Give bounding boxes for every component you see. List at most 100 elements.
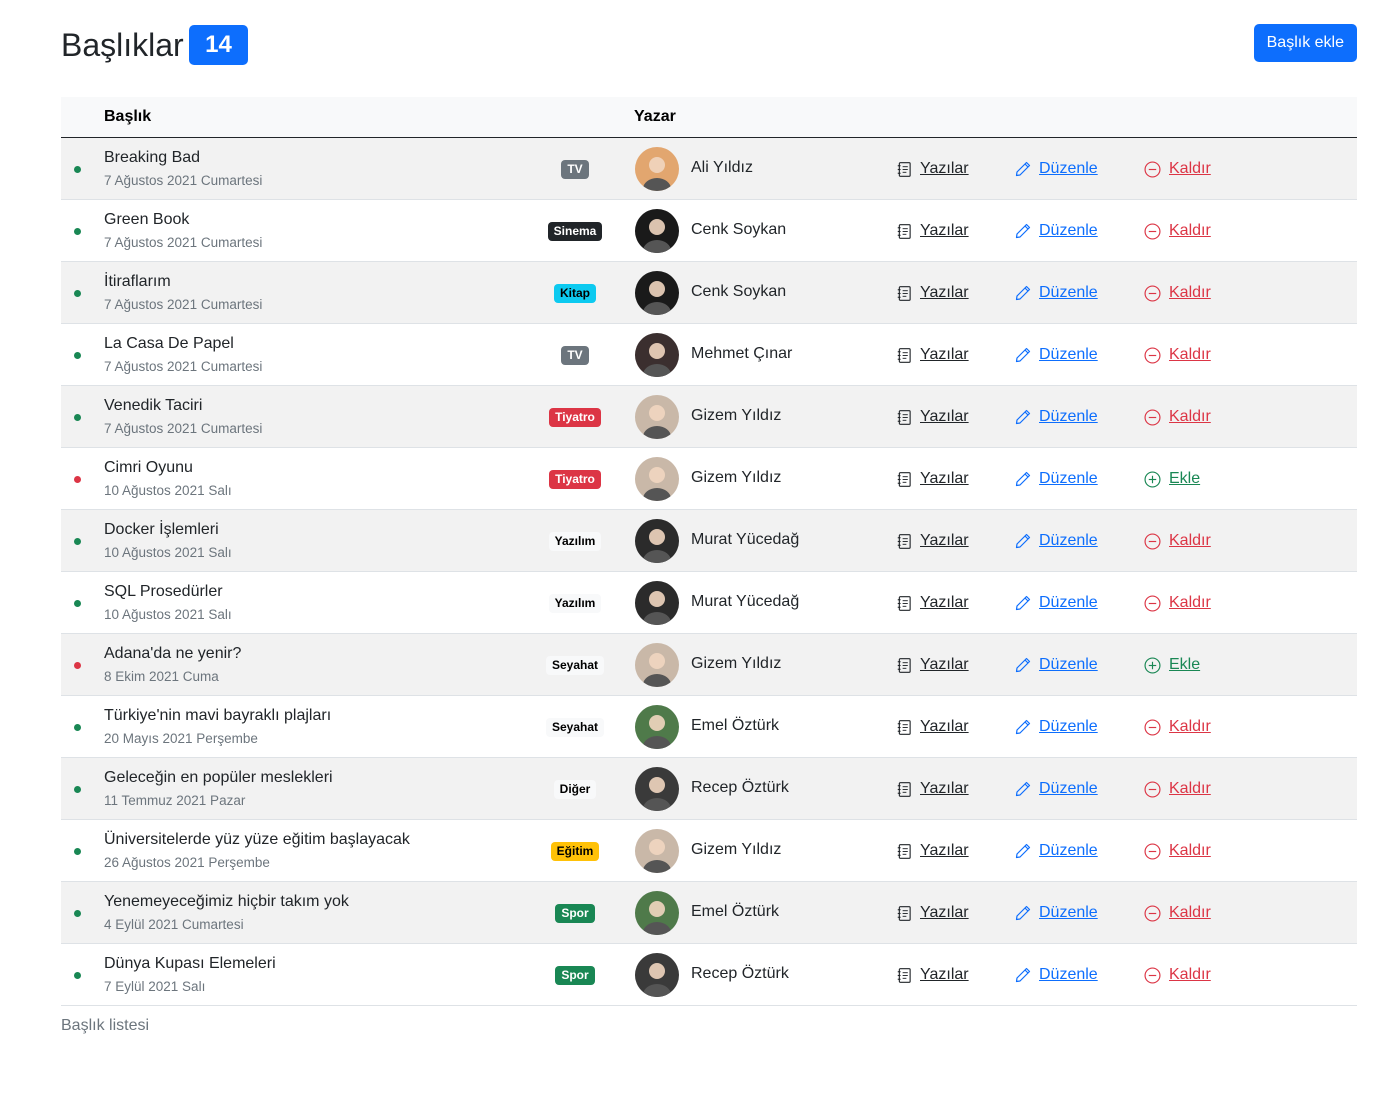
add-title-button[interactable]: Başlık ekle — [1253, 24, 1357, 62]
add-link[interactable]: Ekle — [1144, 470, 1200, 488]
posts-link[interactable]: Yazılar — [897, 780, 969, 798]
page-header: Başlıklar 14 Başlık ekle — [61, 24, 1357, 68]
edit-link-label: Düzenle — [1039, 842, 1098, 859]
edit-link[interactable]: Düzenle — [1015, 780, 1098, 798]
remove-link-label: Kaldır — [1169, 842, 1211, 859]
posts-link[interactable]: Yazılar — [897, 284, 969, 302]
remove-link-label: Kaldır — [1169, 532, 1211, 549]
journal-text-icon — [897, 595, 911, 611]
title-name[interactable]: Türkiye'nin mavi bayraklı plajları — [104, 707, 331, 725]
avatar-portrait-icon — [635, 829, 679, 873]
posts-link[interactable]: Yazılar — [897, 966, 969, 984]
status-dot — [74, 724, 81, 731]
remove-link[interactable]: Kaldır — [1144, 160, 1211, 178]
posts-link[interactable]: Yazılar — [897, 904, 969, 922]
edit-link[interactable]: Düzenle — [1015, 718, 1098, 736]
posts-link[interactable]: Yazılar — [897, 470, 969, 488]
remove-link[interactable]: Kaldır — [1144, 842, 1211, 860]
remove-link[interactable]: Kaldır — [1144, 966, 1211, 984]
remove-link[interactable]: Kaldır — [1144, 408, 1211, 426]
edit-link[interactable]: Düzenle — [1015, 284, 1098, 302]
title-name[interactable]: Venedik Taciri — [104, 397, 202, 415]
avatar-portrait-icon — [635, 457, 679, 501]
title-name[interactable]: Adana'da ne yenir? — [104, 645, 241, 663]
title-name[interactable]: Docker İşlemleri — [104, 521, 219, 539]
table-header: Başlık Yazar — [61, 97, 1357, 138]
edit-link[interactable]: Düzenle — [1015, 904, 1098, 922]
posts-link[interactable]: Yazılar — [897, 594, 969, 612]
category-badge: Yazılım — [548, 531, 602, 551]
title-name[interactable]: Yenemeyeceğimiz hiçbir takım yok — [104, 893, 349, 911]
title-name[interactable]: SQL Prosedürler — [104, 583, 223, 601]
posts-link[interactable]: Yazılar — [897, 532, 969, 550]
title-name[interactable]: Üniversitelerde yüz yüze eğitim başlayac… — [104, 831, 410, 849]
remove-link[interactable]: Kaldır — [1144, 222, 1211, 240]
edit-link[interactable]: Düzenle — [1015, 222, 1098, 240]
edit-link[interactable]: Düzenle — [1015, 408, 1098, 426]
edit-link[interactable]: Düzenle — [1015, 470, 1098, 488]
posts-link[interactable]: Yazılar — [897, 160, 969, 178]
dash-circle-icon — [1144, 718, 1161, 736]
category-badge: Seyahat — [545, 655, 605, 675]
edit-link[interactable]: Düzenle — [1015, 532, 1098, 550]
remove-link-label: Kaldır — [1169, 408, 1211, 425]
remove-link[interactable]: Kaldır — [1144, 346, 1211, 364]
title-name[interactable]: Breaking Bad — [104, 149, 200, 167]
title-name[interactable]: Cimri Oyunu — [104, 459, 193, 477]
remove-link[interactable]: Kaldır — [1144, 718, 1211, 736]
category-cell: Tiyatro — [521, 386, 629, 448]
edit-link[interactable]: Düzenle — [1015, 656, 1098, 674]
avatar-portrait-icon — [635, 581, 679, 625]
avatar-portrait-icon — [635, 519, 679, 563]
posts-link[interactable]: Yazılar — [897, 222, 969, 240]
title-name[interactable]: Dünya Kupası Elemeleri — [104, 955, 276, 973]
posts-link-label: Yazılar — [920, 532, 969, 549]
remove-link[interactable]: Kaldır — [1144, 532, 1211, 550]
posts-link[interactable]: Yazılar — [897, 718, 969, 736]
journal-text-icon — [897, 347, 911, 363]
remove-link[interactable]: Kaldır — [1144, 284, 1211, 302]
edit-link[interactable]: Düzenle — [1015, 160, 1098, 178]
avatar-portrait-icon — [635, 209, 679, 253]
author-avatar — [635, 395, 679, 439]
table-row-9: Adana'da ne yenir? 8 Ekim 2021 Cuma Seya… — [61, 634, 1357, 696]
title-name[interactable]: Geleceğin en popüler meslekleri — [104, 769, 333, 787]
pencil-icon — [1015, 347, 1031, 363]
avatar-portrait-icon — [635, 891, 679, 935]
category-cell: Seyahat — [521, 634, 629, 696]
journal-text-icon — [897, 967, 911, 983]
avatar-portrait-icon — [635, 705, 679, 749]
title-name[interactable]: İtiraflarım — [104, 273, 171, 291]
pencil-icon — [1015, 967, 1031, 983]
posts-link-label: Yazılar — [920, 780, 969, 797]
title-date: 7 Ağustos 2021 Cumartesi — [104, 297, 263, 312]
table-row-6: Cimri Oyunu 10 Ağustos 2021 Salı Tiyatro… — [61, 448, 1357, 510]
remove-link[interactable]: Kaldır — [1144, 780, 1211, 798]
category-cell: Seyahat — [521, 696, 629, 758]
category-badge: TV — [561, 159, 589, 179]
titles-table: Başlık Yazar Breaking Bad 7 Ağustos 2021… — [61, 97, 1357, 1006]
edit-link[interactable]: Düzenle — [1015, 346, 1098, 364]
author-avatar — [635, 581, 679, 625]
status-dot — [74, 228, 81, 235]
add-link[interactable]: Ekle — [1144, 656, 1200, 674]
edit-link[interactable]: Düzenle — [1015, 594, 1098, 612]
edit-link-label: Düzenle — [1039, 656, 1098, 673]
edit-link-label: Düzenle — [1039, 284, 1098, 301]
remove-link-label: Kaldır — [1169, 904, 1211, 921]
remove-link-label: Kaldır — [1169, 594, 1211, 611]
posts-link[interactable]: Yazılar — [897, 408, 969, 426]
edit-link[interactable]: Düzenle — [1015, 842, 1098, 860]
posts-link[interactable]: Yazılar — [897, 656, 969, 674]
remove-link[interactable]: Kaldır — [1144, 904, 1211, 922]
remove-link[interactable]: Kaldır — [1144, 594, 1211, 612]
title-name[interactable]: Green Book — [104, 211, 189, 229]
category-badge: TV — [561, 345, 589, 365]
posts-link[interactable]: Yazılar — [897, 346, 969, 364]
edit-link[interactable]: Düzenle — [1015, 966, 1098, 984]
dash-circle-icon — [1144, 346, 1161, 364]
author-avatar — [635, 891, 679, 935]
title-date: 7 Ağustos 2021 Cumartesi — [104, 359, 263, 374]
title-name[interactable]: La Casa De Papel — [104, 335, 234, 353]
posts-link[interactable]: Yazılar — [897, 842, 969, 860]
